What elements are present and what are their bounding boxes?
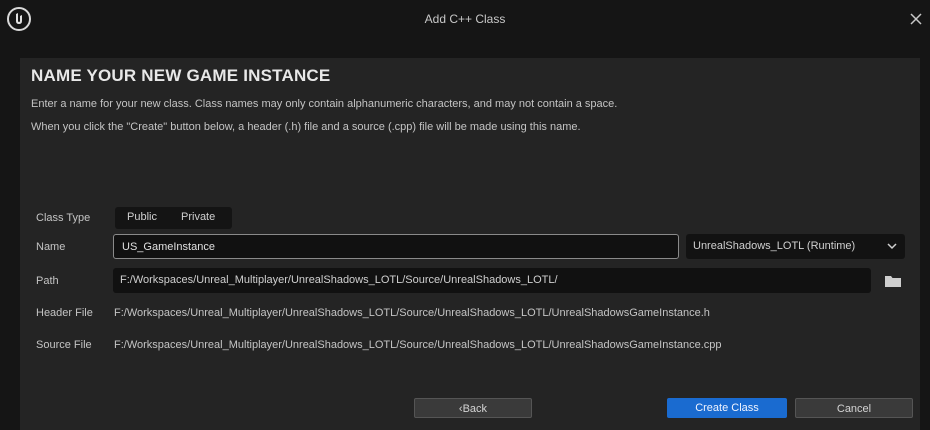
window-title: Add C++ Class: [424, 12, 506, 26]
source-file-path: F:/Workspaces/Unreal_Multiplayer/UnrealS…: [114, 339, 722, 351]
class-type-private-option[interactable]: Private: [181, 211, 215, 223]
cancel-button[interactable]: Cancel: [795, 398, 913, 418]
dialog-heading: NAME YOUR NEW GAME INSTANCE: [31, 66, 331, 85]
path-value: F:/Workspaces/Unreal_Multiplayer/UnrealS…: [120, 274, 558, 286]
folder-icon[interactable]: [884, 274, 902, 288]
back-button-label: Back: [462, 403, 488, 415]
name-label: Name: [36, 241, 66, 253]
path-input[interactable]: F:/Workspaces/Unreal_Multiplayer/UnrealS…: [113, 268, 871, 293]
close-icon[interactable]: [908, 11, 924, 27]
title-bar: Add C++ Class: [0, 0, 930, 42]
back-button[interactable]: ‹Back: [414, 398, 532, 418]
header-file-path: F:/Workspaces/Unreal_Multiplayer/UnrealS…: [114, 307, 710, 319]
chevron-down-icon: [887, 243, 897, 250]
module-dropdown-value: UnrealShadows_LOTL (Runtime): [693, 240, 856, 252]
description-line-1: Enter a name for your new class. Class n…: [31, 98, 618, 110]
create-class-button[interactable]: Create Class: [667, 398, 787, 418]
class-type-label: Class Type: [36, 212, 91, 224]
class-name-input[interactable]: US_GameInstance: [113, 234, 679, 259]
class-name-value: US_GameInstance: [122, 241, 215, 253]
source-file-label: Source File: [36, 339, 92, 351]
class-type-toggle: Public Private: [115, 207, 232, 229]
description-line-2: When you click the "Create" button below…: [31, 121, 581, 133]
module-dropdown[interactable]: UnrealShadows_LOTL (Runtime): [686, 234, 905, 259]
class-type-public-option[interactable]: Public: [127, 211, 157, 223]
header-file-label: Header File: [36, 307, 93, 319]
path-label: Path: [36, 275, 59, 287]
